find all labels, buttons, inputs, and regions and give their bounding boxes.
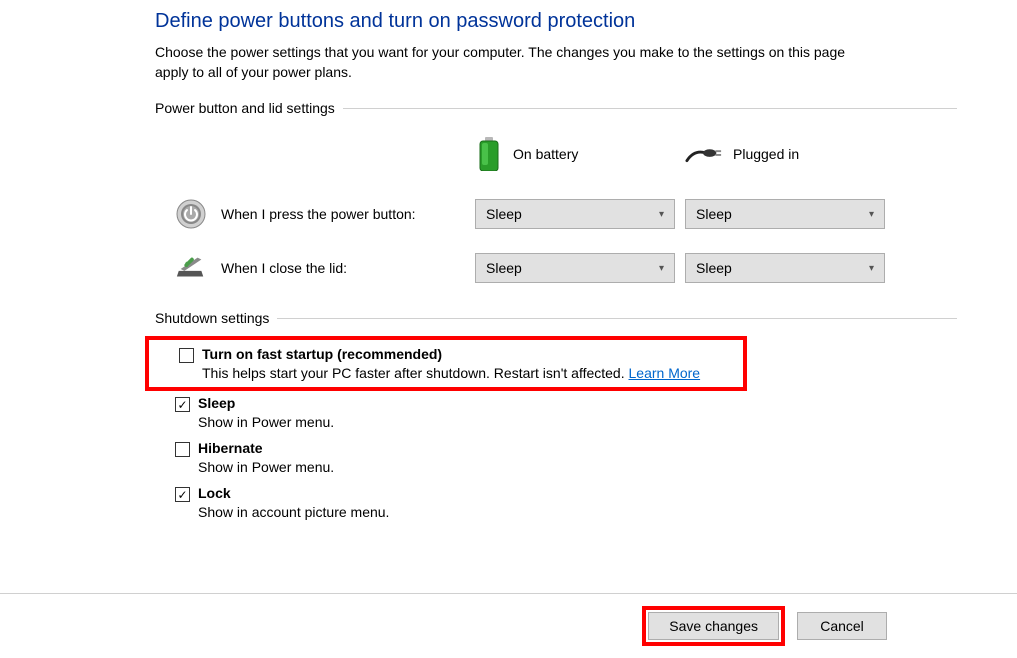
close-lid-battery-value: Sleep xyxy=(486,260,522,276)
on-battery-column-header: On battery xyxy=(475,126,675,182)
fast-startup-highlight: Turn on fast startup (recommended) This … xyxy=(145,336,747,391)
learn-more-link[interactable]: Learn More xyxy=(629,365,701,381)
power-lid-section-header: Power button and lid settings xyxy=(155,100,957,116)
power-button-plugged-value: Sleep xyxy=(696,206,732,222)
close-lid-plugged-dropdown[interactable]: Sleep ▾ xyxy=(685,253,885,283)
power-button-label: When I press the power button: xyxy=(221,206,416,222)
hibernate-desc: Show in Power menu. xyxy=(198,459,957,475)
cancel-button[interactable]: Cancel xyxy=(797,612,887,640)
power-button-icon xyxy=(175,198,207,230)
power-lid-header-text: Power button and lid settings xyxy=(155,100,343,116)
power-button-battery-dropdown[interactable]: Sleep ▾ xyxy=(475,199,675,229)
close-lid-plugged-value: Sleep xyxy=(696,260,732,276)
sleep-label: Sleep xyxy=(198,395,235,411)
fast-startup-desc: This helps start your PC faster after sh… xyxy=(202,365,629,381)
chevron-down-icon: ▾ xyxy=(659,263,664,274)
laptop-lid-icon xyxy=(175,254,207,282)
lock-checkbox[interactable] xyxy=(175,487,190,502)
power-button-plugged-dropdown[interactable]: Sleep ▾ xyxy=(685,199,885,229)
chevron-down-icon: ▾ xyxy=(869,263,874,274)
power-button-row: When I press the power button: xyxy=(175,190,465,238)
power-button-battery-value: Sleep xyxy=(486,206,522,222)
sleep-checkbox[interactable] xyxy=(175,397,190,412)
fast-startup-label: Turn on fast startup (recommended) xyxy=(202,346,442,362)
shutdown-section-header: Shutdown settings xyxy=(155,310,957,326)
on-battery-label: On battery xyxy=(513,146,578,162)
close-lid-label: When I close the lid: xyxy=(221,260,347,276)
plugged-in-column-header: Plugged in xyxy=(685,134,885,174)
close-lid-battery-dropdown[interactable]: Sleep ▾ xyxy=(475,253,675,283)
fast-startup-checkbox[interactable] xyxy=(179,348,194,363)
save-button-highlight: Save changes xyxy=(642,606,785,646)
hibernate-label: Hibernate xyxy=(198,440,263,456)
page-description: Choose the power settings that you want … xyxy=(155,43,875,82)
page-title: Define power buttons and turn on passwor… xyxy=(155,10,957,33)
chevron-down-icon: ▾ xyxy=(659,209,664,220)
save-changes-button[interactable]: Save changes xyxy=(648,612,779,640)
hibernate-checkbox[interactable] xyxy=(175,442,190,457)
sleep-desc: Show in Power menu. xyxy=(198,414,957,430)
chevron-down-icon: ▾ xyxy=(869,209,874,220)
plug-icon xyxy=(685,144,723,164)
close-lid-row: When I close the lid: xyxy=(175,246,465,290)
button-bar: Save changes Cancel xyxy=(0,593,1017,658)
battery-icon xyxy=(475,136,503,172)
lock-label: Lock xyxy=(198,485,231,501)
lock-desc: Show in account picture menu. xyxy=(198,504,957,520)
plugged-in-label: Plugged in xyxy=(733,146,799,162)
shutdown-header-text: Shutdown settings xyxy=(155,310,277,326)
